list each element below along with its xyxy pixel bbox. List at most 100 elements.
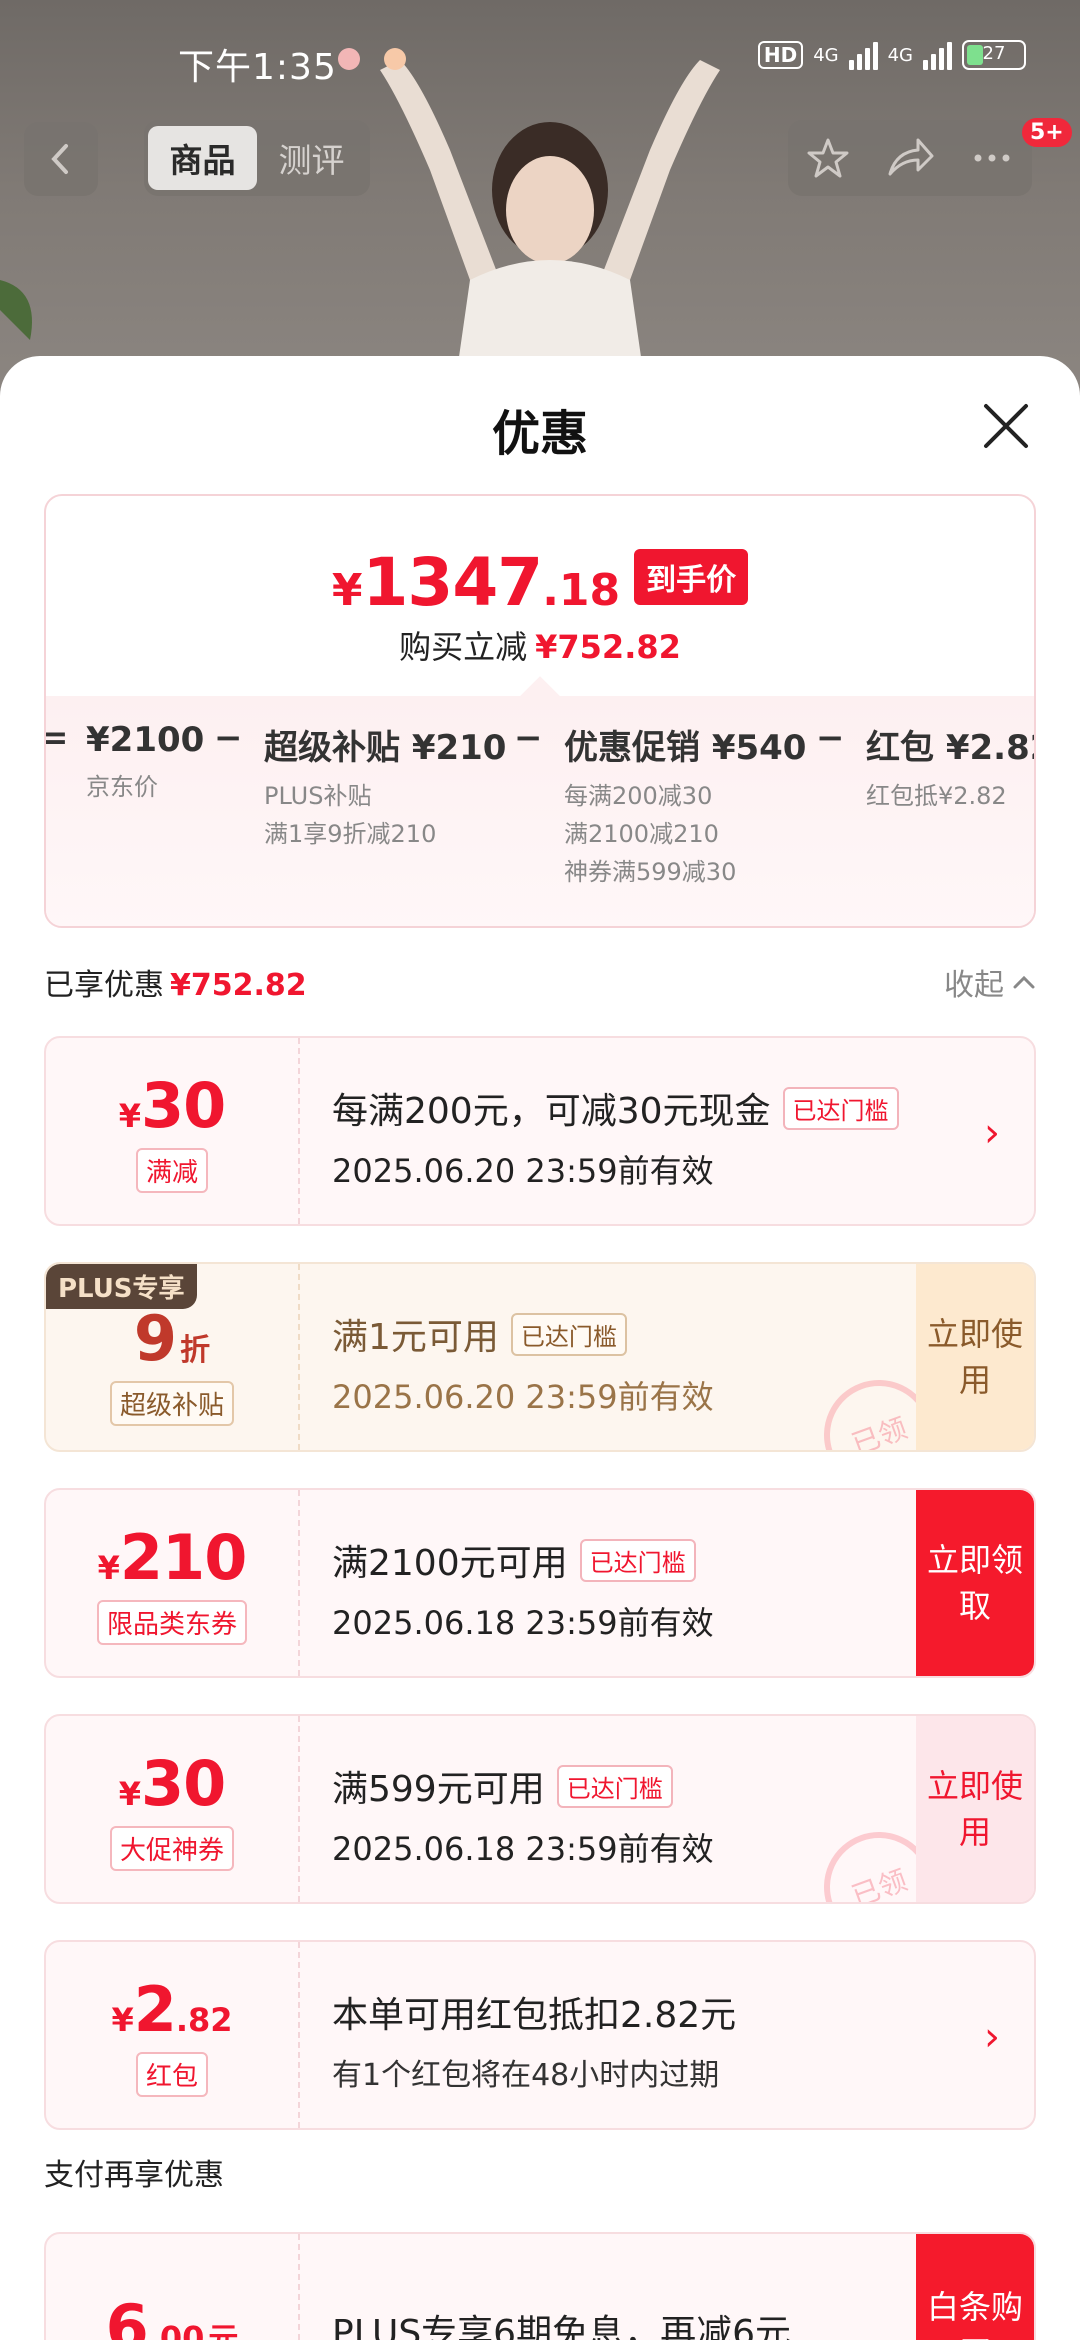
signal-icon [848,40,878,70]
threshold-chip: 已达门槛 [556,1764,673,1808]
payment-unit: 元 [208,2321,239,2340]
breakdown-sub: 京东价 [86,773,158,801]
save-line: 购买立减 ¥752.82 [46,622,1034,668]
more-icon[interactable] [970,136,1014,180]
payment-section-title: 支付再享优惠 [44,2158,224,2193]
coupon-title: 本单可用红包抵扣2.82元 [332,1995,737,2036]
signal-icon-2 [923,40,952,70]
coupon-expiry: 2025.06.20 23:59前有效 [332,1378,714,1416]
coupon-currency: ¥ [111,2001,134,2039]
coupon-card-category[interactable]: ¥210 限品类东券 满2100元可用 已达门槛 2025.06.18 23:59… [44,1488,1036,1678]
coupon-title: 满599元可用 [332,1769,545,1810]
payment-offer-card[interactable]: 6.00元 PLUS专享6期免息，再减6元 白条购买 [44,2232,1036,2340]
tab-product[interactable]: 商品 [148,126,257,190]
coupon-info: 每满200元，可减30元现金 已达门槛 2025.06.20 23:59前有效 [332,1082,899,1192]
coupon-card-full-reduction[interactable]: ¥30 满减 每满200元，可减30元现金 已达门槛 2025.06.20 23:… [44,1036,1036,1226]
final-price-tag: 到手价 [634,548,749,605]
breakdown-sub: 红包抵¥2.82 [866,782,1007,810]
breakdown-main: 红包 ¥2.82 [866,728,1036,768]
breakdown-sub: 神券满599减30 [564,858,737,886]
coupon-amount: 210 [119,1521,247,1594]
breakdown-promotion: 优惠促销 ¥540 每满200减30 满2100减210 神券满599减30 [564,720,806,889]
chevron-left-icon [51,144,68,174]
price-summary-card: ¥ 1347 .18 到手价 购买立减¥752.82 = ¥2100 京东价 −… [44,494,1036,928]
claim-now-button[interactable]: 立即领取 [916,1490,1034,1676]
coupon-card-red-packet[interactable]: ¥2.82 红包 本单可用红包抵扣2.82元 有1个红包将在48小时内过期 › [44,1940,1036,2130]
share-icon[interactable] [886,136,934,180]
coupon-type-tag: 大促神券 [109,1826,234,1871]
coupon-expiry: 2025.06.20 23:59前有效 [332,1152,714,1190]
breakdown-sub: 每满200减30 [564,782,713,810]
coupon-subtitle: 有1个红包将在48小时内过期 [332,2058,720,2093]
status-bar: 下午1:35 HD 4G 4G 27 [0,0,1080,120]
coupon-expiry: 2025.06.18 23:59前有效 [332,1830,714,1868]
sheet-title: 优惠 [491,406,588,462]
coupon-currency: ¥ [118,1097,141,1135]
tab-review[interactable]: 测评 [257,126,366,190]
coupon-amount: 30 [140,1069,226,1142]
coupon-info: 满2100元可用 已达门槛 2025.06.18 23:59前有效 [332,1534,714,1644]
star-icon[interactable] [806,136,850,180]
coupon-type-tag: 超级补贴 [109,1381,234,1426]
battery-icon: 27 [962,40,1026,70]
nav-actions [788,120,1032,196]
use-now-button[interactable]: 立即使用 [916,1716,1034,1902]
baitiao-buy-button[interactable]: 白条购买 [916,2234,1034,2340]
coupon-expiry: 2025.06.18 23:59前有效 [332,1604,714,1642]
close-icon[interactable] [976,396,1036,456]
payment-amount-area: 6.00 元 [46,2234,300,2340]
threshold-chip: 已达门槛 [782,1086,899,1130]
coupon-amount-area: ¥2.82 红包 [46,1942,300,2128]
price-currency: ¥ [331,565,363,616]
coupon-info: 满599元可用 已达门槛 2025.06.18 23:59前有效 [332,1760,714,1870]
plant-decoration [0,280,32,340]
coupon-amount: 2 [133,1973,177,2046]
coupon-card-promo[interactable]: ¥30 大促神券 满599元可用 已达门槛 2025.06.18 23:59前有效… [44,1714,1036,1904]
coupon-currency: ¥ [118,1775,141,1813]
status-time: 下午1:35 [178,47,337,88]
breakdown-main: 超级补贴 ¥210 [264,728,507,768]
coupon-amount-area: ¥30 大促神券 [46,1716,300,1902]
coupon-card-plus[interactable]: PLUS专享 9折 超级补贴 满1元可用 已达门槛 2025.06.20 23:5… [44,1262,1036,1452]
coupon-type-tag: 满减 [135,1148,208,1193]
breakdown-jd-price: ¥2100 京东价 [86,720,204,804]
enjoyed-label: 已享优惠 [44,968,164,1003]
payment-info: PLUS专享6期免息，再减6元 [332,2304,791,2340]
chevron-right-icon[interactable]: › [984,1110,1000,1156]
notification-icon [338,48,360,70]
back-button[interactable] [24,122,98,196]
use-now-button[interactable]: 立即使用 [916,1264,1034,1450]
price-integer: 1347 [362,544,543,621]
coupon-amount: 30 [140,1747,226,1820]
battery-level: 27 [982,43,1006,64]
price-decimal: .18 [542,565,621,616]
price-breakdown: = ¥2100 京东价 − 超级补贴 ¥210 PLUS补贴 满1享9折减210… [46,696,1036,926]
coupon-amount-area: ¥30 满减 [46,1038,300,1224]
chevron-up-icon [1013,975,1035,989]
breakdown-sub: PLUS补贴 [264,782,372,810]
collapse-button[interactable]: 收起 [944,960,1036,1004]
message-badge: 5+ [1022,118,1072,147]
coupon-type-tag: 限品类东券 [96,1600,247,1645]
coupon-info: 满1元可用 已达门槛 2025.06.20 23:59前有效 [332,1308,714,1418]
threshold-chip: 已达门槛 [579,1538,696,1582]
app-notification-icon [384,48,406,70]
coupon-info: 本单可用红包抵扣2.82元 有1个红包将在48小时内过期 [332,1986,736,2094]
coupon-decimal: .82 [175,2001,233,2039]
coupon-unit: 折 [180,1333,211,1368]
breakdown-sub: 满1享9折减210 [264,820,437,848]
coupon-amount-area: 9折 超级补贴 [46,1264,300,1450]
payment-amount: 6 [105,2290,149,2340]
coupon-amount-area: ¥210 限品类东券 [46,1490,300,1676]
chevron-right-icon[interactable]: › [984,2014,1000,2060]
minus-sign: − [214,718,243,758]
payment-decimal: .00 [147,2318,205,2340]
enjoyed-discount: 已享优惠 ¥752.82 [44,960,307,1004]
network-label-2: 4G [887,44,913,66]
breakdown-red-packet: 红包 ¥2.82 红包抵¥2.82 [866,720,1036,813]
coupon-currency: ¥ [97,1549,120,1587]
save-label: 购买立减 [399,628,528,666]
collapse-label: 收起 [944,968,1004,1003]
breakdown-main: 优惠促销 ¥540 [564,728,807,768]
final-price: ¥ 1347 .18 到手价 [46,544,1034,621]
